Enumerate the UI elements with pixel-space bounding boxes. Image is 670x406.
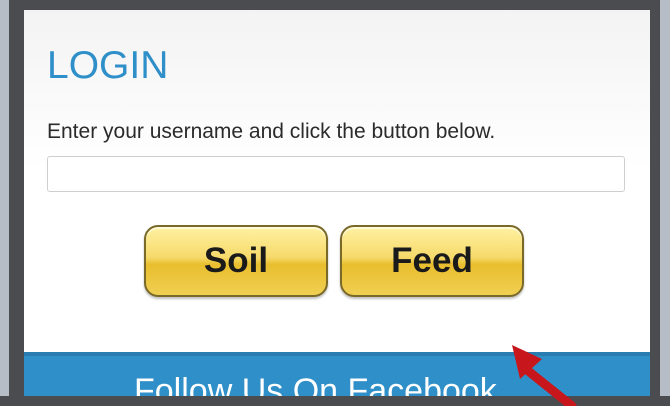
soil-button[interactable]: Soil <box>144 225 328 297</box>
left-margin <box>0 0 9 406</box>
login-title: LOGIN <box>47 44 169 87</box>
right-margin <box>660 0 670 406</box>
username-input[interactable] <box>47 156 625 192</box>
login-instructions: Enter your username and click the button… <box>47 120 496 143</box>
feed-button[interactable]: Feed <box>340 225 524 297</box>
red-arrow-icon <box>512 345 577 406</box>
